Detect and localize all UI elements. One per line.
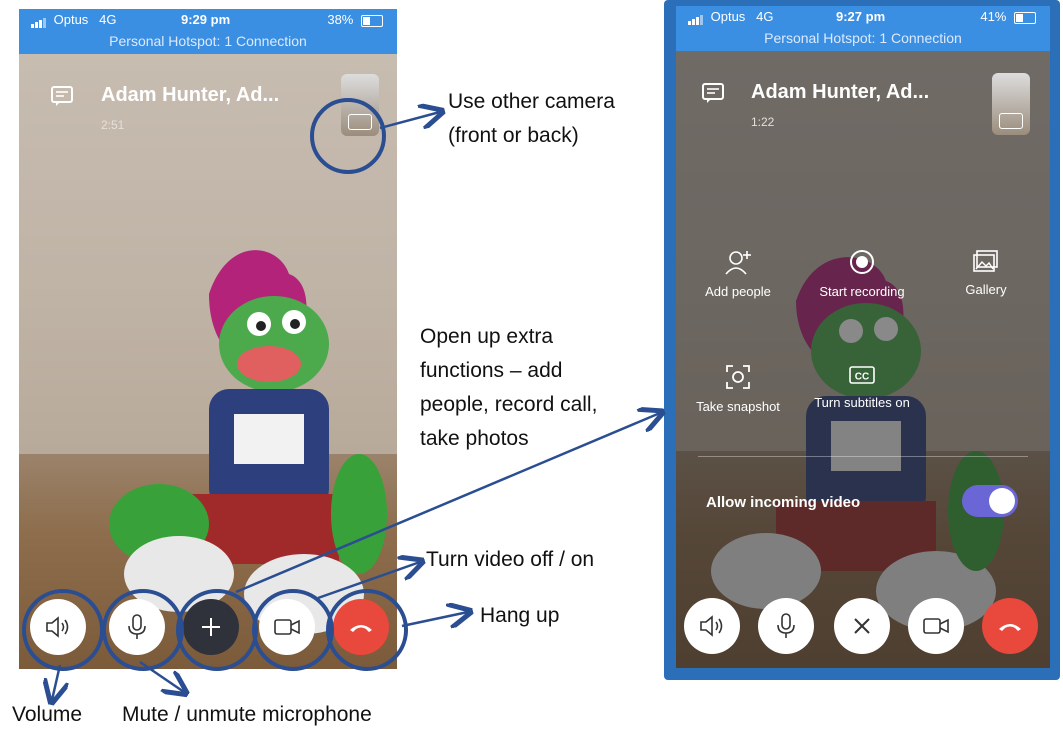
annotation-video: Turn video off / on bbox=[426, 548, 595, 571]
annotation-extra-line2: functions – add bbox=[420, 359, 563, 382]
annotation-extra-line3: people, record call, bbox=[420, 393, 598, 416]
annotation-camera-line1: Use other camera bbox=[448, 90, 615, 113]
annotation-volume: Volume bbox=[12, 703, 83, 726]
annotation-camera: Use other camera (front or back) bbox=[448, 85, 615, 153]
annotation-hangup: Hang up bbox=[480, 604, 560, 627]
annotation-mute: Mute / unmute microphone bbox=[122, 703, 372, 726]
annotation-camera-line2: (front or back) bbox=[448, 124, 579, 147]
annotation-extra-line1: Open up extra bbox=[420, 325, 554, 348]
annotation-extra-functions: Open up extra functions – add people, re… bbox=[420, 320, 597, 456]
annotation-extra-line4: take photos bbox=[420, 427, 529, 450]
